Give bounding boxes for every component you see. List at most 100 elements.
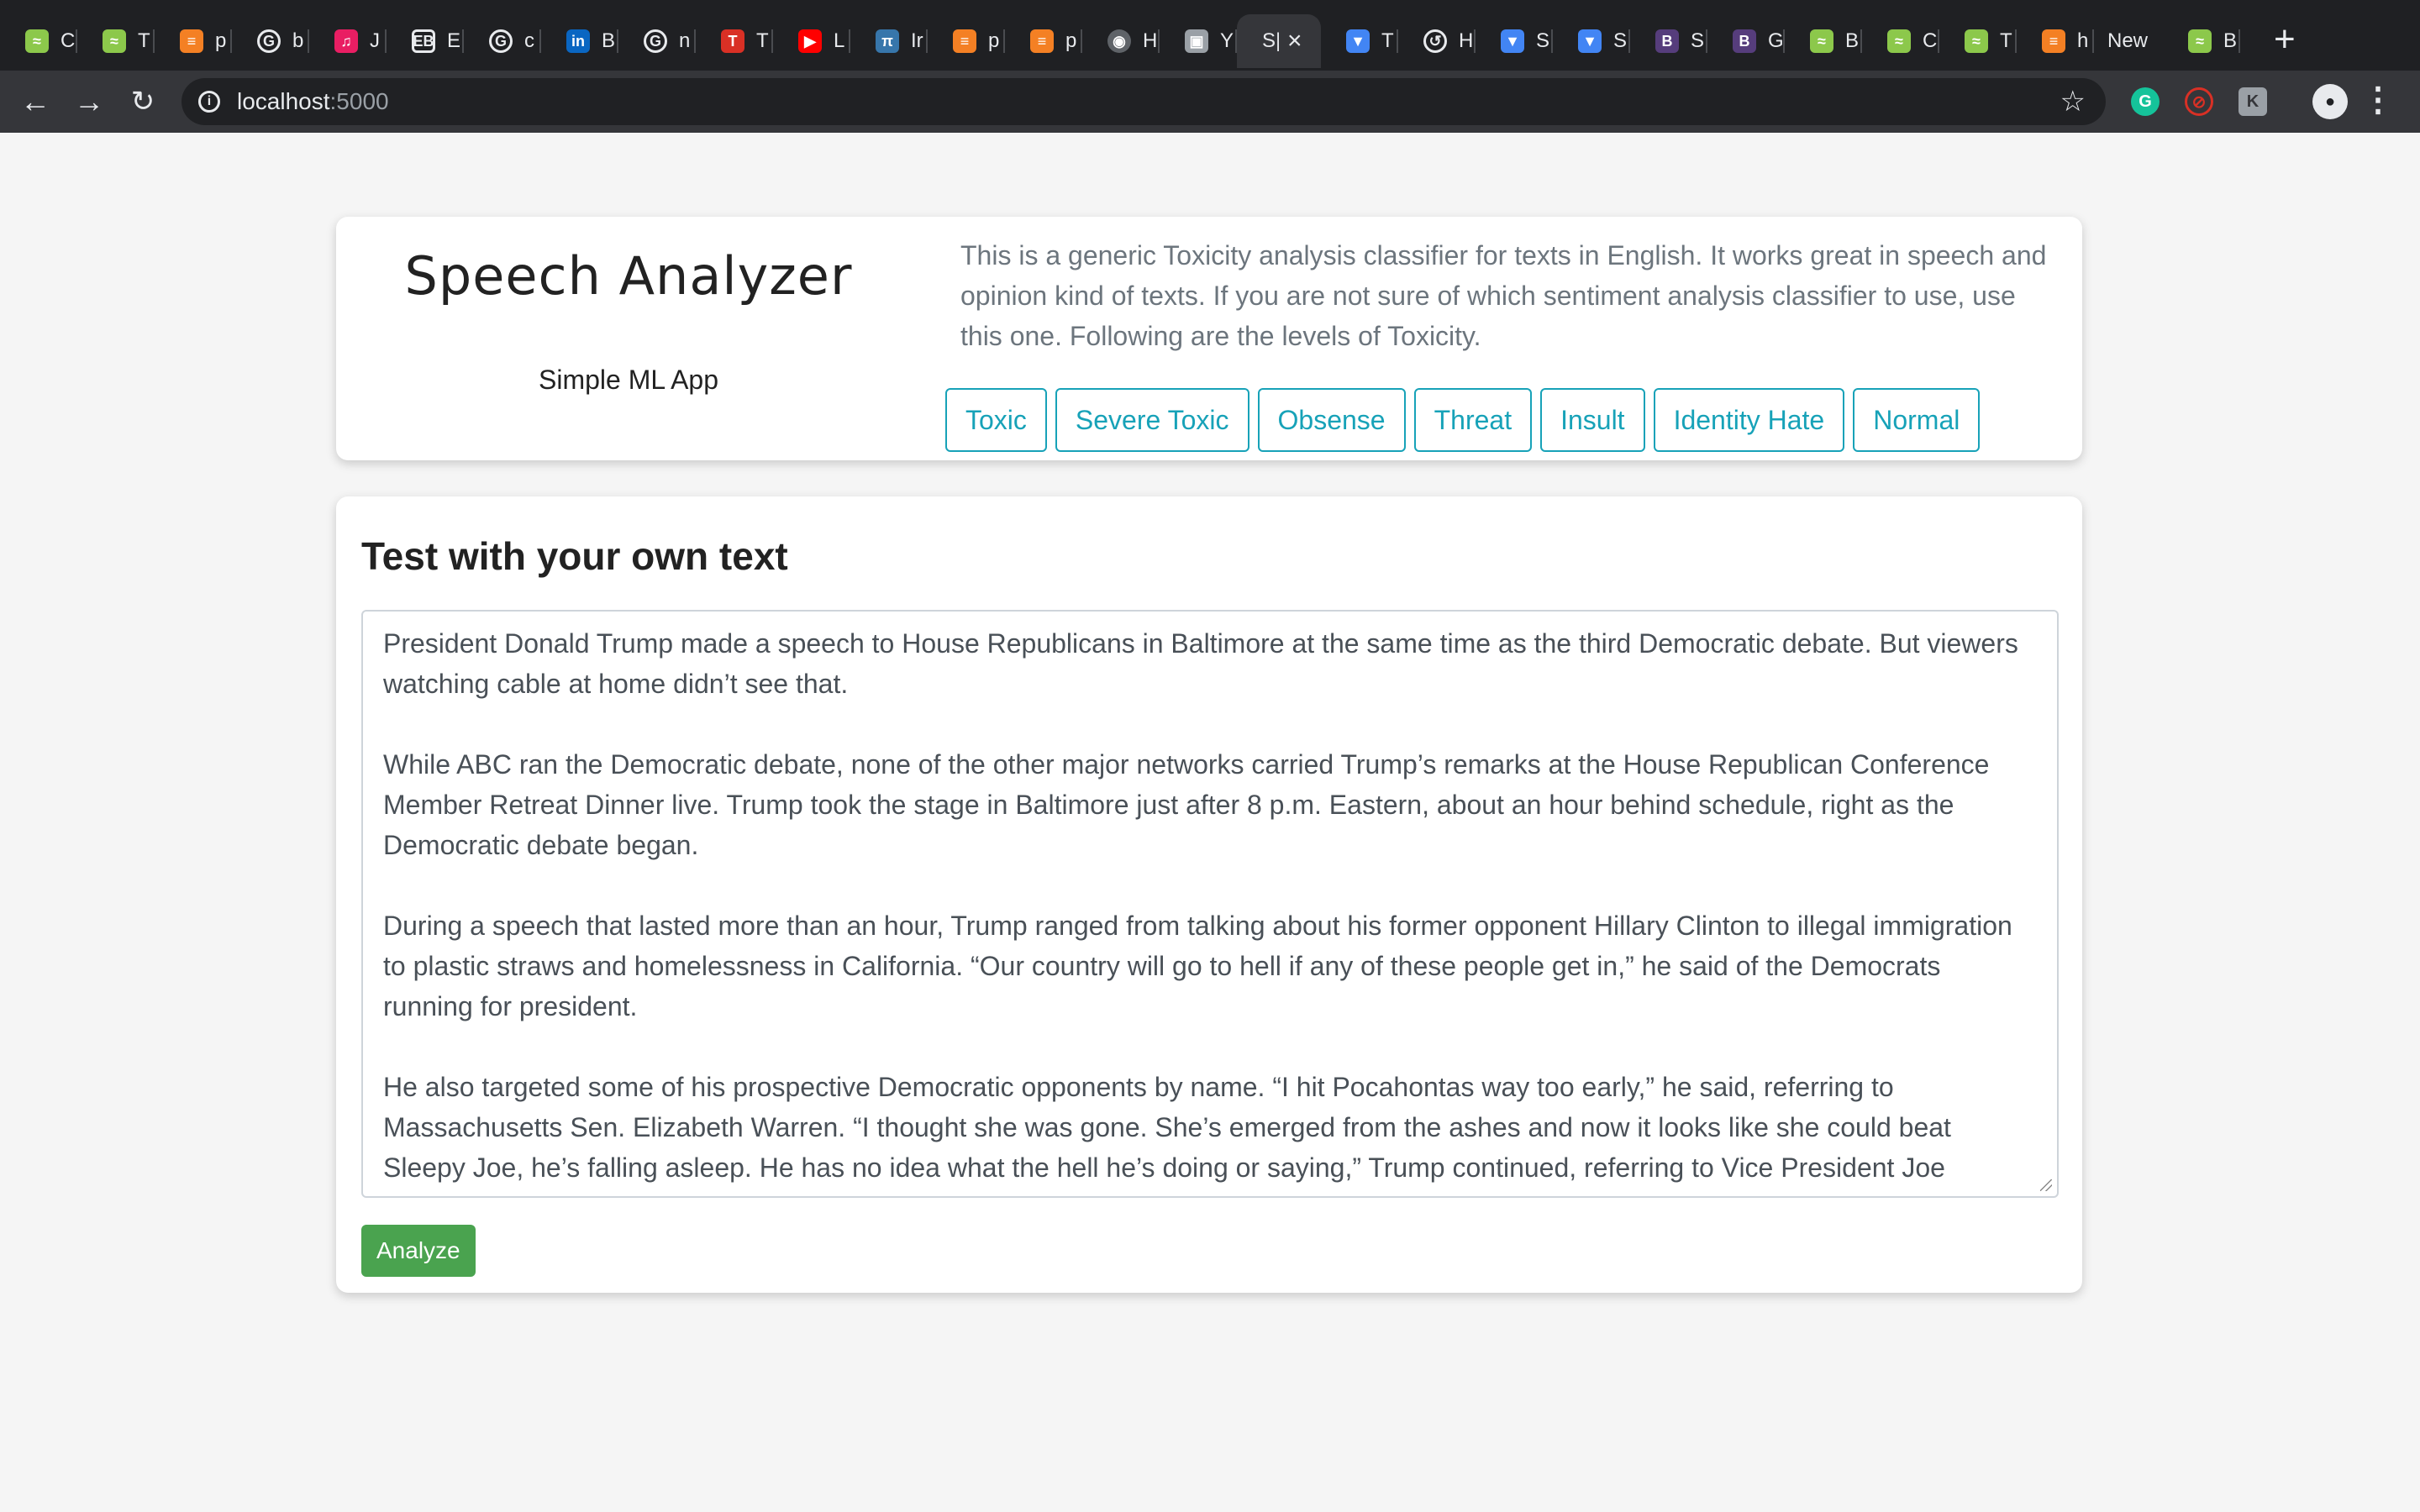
tab-title: c xyxy=(524,29,534,52)
browser-menu-icon[interactable]: ⋮ xyxy=(2361,81,2395,119)
browser-tab[interactable]: Gb xyxy=(232,14,309,68)
label-threat[interactable]: Threat xyxy=(1413,388,1533,452)
browser-tab[interactable]: ▶ L xyxy=(773,14,850,68)
youtube-icon: ▶ xyxy=(798,29,822,53)
browser-tab[interactable]: Gn xyxy=(618,14,696,68)
reload-icon[interactable]: ↻ xyxy=(116,75,170,129)
browser-tab[interactable]: ≈ C xyxy=(1862,14,1939,68)
tab-title: p xyxy=(988,29,1000,52)
tab-title: T xyxy=(756,29,769,52)
blocker-extension-icon[interactable]: ⊘ xyxy=(2185,87,2213,116)
tab-title: Y xyxy=(1220,29,1234,52)
resize-handle-icon[interactable] xyxy=(2040,1179,2052,1191)
codeigniter-icon: ≈ xyxy=(1965,29,1988,53)
shield-icon: ▼ xyxy=(1501,29,1524,53)
bookmark-star-icon[interactable]: ☆ xyxy=(2060,85,2086,118)
browser-toolbar: ← → ↻ i localhost:5000 ☆ G ⊘ K ● ⋮ xyxy=(0,71,2420,133)
stackoverflow-icon: ≡ xyxy=(180,29,203,53)
text-paragraph: He also targeted some of his prospective… xyxy=(383,1072,1951,1183)
tab-title: B xyxy=(1845,29,1860,52)
tab-title: S xyxy=(1691,29,1705,52)
music-icon: ♫ xyxy=(334,29,358,53)
tab-title: B xyxy=(2223,29,2238,52)
browser-tab[interactable]: ♫ J xyxy=(309,14,387,68)
browser-tab[interactable]: ◉ H xyxy=(1082,14,1160,68)
text-paragraph: During a speech that lasted more than an… xyxy=(383,911,2012,1021)
tab-title: L xyxy=(834,29,845,52)
browser-tab[interactable]: ≈ T xyxy=(77,14,155,68)
test-card: Test with your own text President Donald… xyxy=(336,496,2082,1293)
google-icon: G xyxy=(489,29,513,53)
new-tab-plus-icon[interactable]: + xyxy=(2274,18,2296,60)
tab-title: S xyxy=(1536,29,1550,52)
tab-title: p xyxy=(1065,29,1077,52)
classifier-description: This is a generic Toxicity analysis clas… xyxy=(960,240,2047,351)
browser-tab[interactable]: EB E xyxy=(387,14,464,68)
t-icon: T xyxy=(721,29,744,53)
stackoverflow-icon: ≡ xyxy=(2042,29,2065,53)
browser-tab[interactable]: BS xyxy=(1630,14,1707,68)
app-title: Speech Analyzer xyxy=(404,245,853,307)
browser-tab[interactable]: ≈ C xyxy=(0,14,77,68)
browser-tab[interactable]: ▼ T xyxy=(1321,14,1398,68)
browser-tab[interactable]: ≡ p xyxy=(155,14,232,68)
close-tab-icon[interactable]: × xyxy=(1287,27,1302,55)
stackoverflow-icon: ≡ xyxy=(953,29,976,53)
browser-tab[interactable]: π Ir xyxy=(850,14,928,68)
browser-tab-active[interactable]: S| × xyxy=(1237,14,1321,68)
back-arrow-icon[interactable]: ← xyxy=(8,75,62,129)
browser-tab[interactable]: ≈ T xyxy=(1939,14,2017,68)
address-bar[interactable]: i localhost:5000 ☆ xyxy=(182,78,2106,125)
label-insult[interactable]: Insult xyxy=(1540,388,1645,452)
browser-tab-strip: ≈ C ≈ T ≡ p Gb ♫ J EB E Gc in B Gn T T ▶ Lπ Ir ≡ p ≡ p ◉ H ▣ Y S| × ▼ T… xyxy=(0,0,2420,71)
tab-title: T xyxy=(2000,29,2012,52)
browser-tab[interactable]: TT xyxy=(696,14,773,68)
browser-tab[interactable]: BG xyxy=(1707,14,1785,68)
browser-tab[interactable]: ▼ S xyxy=(1553,14,1630,68)
extension-icon[interactable]: K xyxy=(2238,87,2267,116)
tab-title: n xyxy=(679,29,691,52)
python-icon: π xyxy=(876,29,899,53)
browser-tab[interactable]: ↺ H xyxy=(1398,14,1476,68)
app-subtitle: Simple ML App xyxy=(538,365,719,395)
test-section-title: Test with your own text xyxy=(361,534,788,578)
browser-tab[interactable]: ≡ h xyxy=(2017,14,2094,68)
codeigniter-icon: ≈ xyxy=(25,29,49,53)
url-host: localhost xyxy=(237,88,330,114)
tab-title: h xyxy=(2077,29,2089,52)
bootstrap-icon: B xyxy=(1655,29,1679,53)
browser-tab[interactable]: ≡ p xyxy=(928,14,1005,68)
browser-tab[interactable]: ≈ B xyxy=(2163,14,2241,68)
browser-tab[interactable]: in B xyxy=(541,14,618,68)
label-obsense[interactable]: Obsense xyxy=(1257,388,1406,452)
google-icon: G xyxy=(644,29,667,53)
tab-title: T xyxy=(138,29,150,52)
linkedin-icon: in xyxy=(566,29,590,53)
label-toxic[interactable]: Toxic xyxy=(945,388,1047,452)
grammarly-extension-icon[interactable]: G xyxy=(2131,87,2160,116)
browser-tab[interactable]: ≈ B xyxy=(1785,14,1862,68)
label-identity-hate[interactable]: Identity Hate xyxy=(1653,388,1845,452)
tab-title: G xyxy=(1768,29,1784,52)
tab-title: p xyxy=(215,29,227,52)
browser-tab[interactable]: ▣ Y xyxy=(1160,14,1237,68)
text-input-area[interactable]: President Donald Trump made a speech to … xyxy=(361,610,2059,1198)
label-normal[interactable]: Normal xyxy=(1853,388,1981,452)
label-severe-toxic[interactable]: Severe Toxic xyxy=(1055,388,1249,452)
google-icon: G xyxy=(257,29,281,53)
browser-tab[interactable]: Gc xyxy=(464,14,541,68)
tab-title: H xyxy=(1459,29,1474,52)
codeigniter-icon: ≈ xyxy=(103,29,126,53)
analyze-button[interactable]: Analyze xyxy=(361,1225,476,1277)
tab-title: Ir xyxy=(911,29,923,52)
bootstrap-icon: B xyxy=(1733,29,1756,53)
profile-avatar[interactable]: ● xyxy=(2312,84,2348,119)
forward-arrow-icon[interactable]: → xyxy=(62,75,116,129)
tab-title: C xyxy=(60,29,76,52)
tab-title: b xyxy=(292,29,304,52)
browser-tab[interactable]: ▼ S xyxy=(1476,14,1553,68)
browser-tab[interactable]: ≡ p xyxy=(1005,14,1082,68)
site-info-icon[interactable]: i xyxy=(198,91,220,113)
new-tab-title[interactable]: New xyxy=(2107,29,2148,53)
tab-title: S| xyxy=(1262,29,1279,52)
